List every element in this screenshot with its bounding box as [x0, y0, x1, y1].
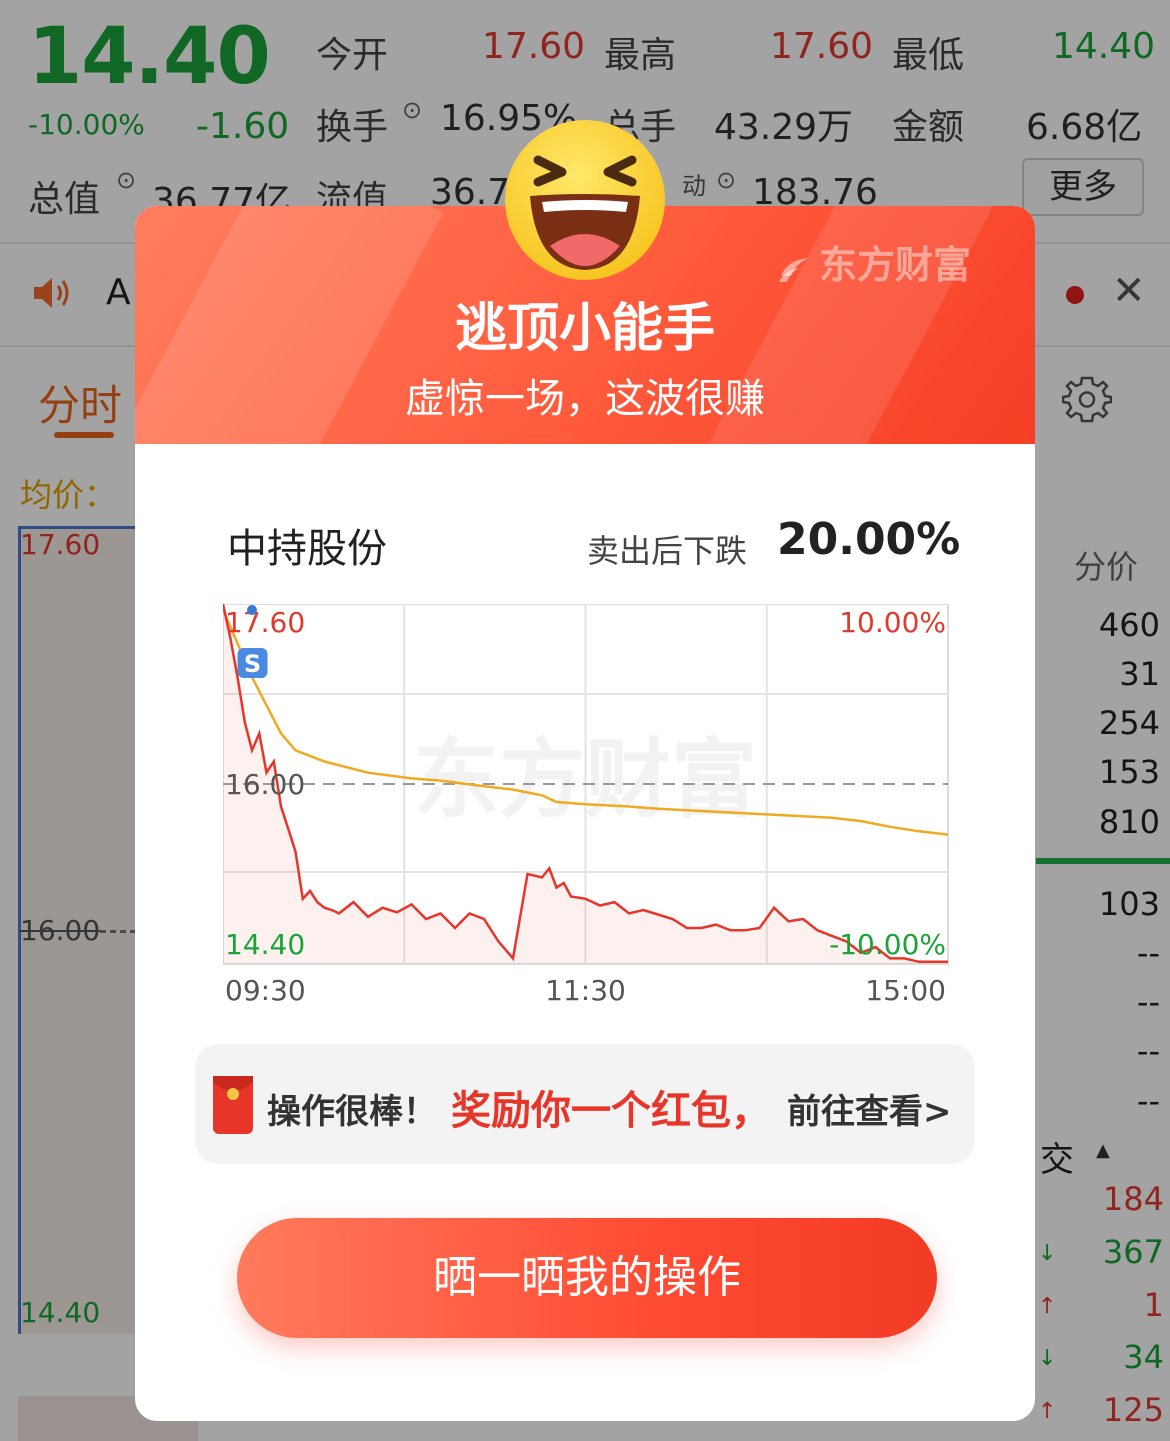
stock-name: 中持股份	[227, 526, 387, 572]
x-tick-label: 09:30	[225, 974, 306, 1007]
brand-text: 东方财富	[819, 242, 972, 287]
reward-popup: 东方财富 逃顶小能手 虚惊一场，这波很赚 中持股份 卖出后下跌 20.00% 东…	[135, 206, 1035, 1421]
y-tick-label: 14.40	[225, 928, 305, 961]
laughing-emoji-icon	[505, 120, 665, 280]
red-envelope-icon	[213, 1076, 253, 1134]
x-tick-label: 15:00	[865, 974, 946, 1007]
reward-highlight: 奖励你一个红包，	[451, 1088, 771, 1134]
intraday-mini-chart: 东方财富 17.60 16.00 14.40 10.00% -10.00% 09:30 11…	[223, 604, 949, 1007]
sell-point	[247, 605, 257, 615]
reward-view-link[interactable]: 前往查看>	[787, 1084, 952, 1133]
reward-prefix: 操作很棒！	[267, 1092, 437, 1132]
brand-logo-icon	[779, 257, 809, 282]
y-tick-label: 17.60	[225, 606, 305, 639]
y-tick-label: 16.00	[225, 768, 305, 801]
sell-badge-letter: S	[244, 650, 261, 678]
brand-logo: 东方财富	[777, 234, 971, 289]
chart-watermark: 东方财富	[413, 730, 757, 830]
y-tick-label-right: 10.00%	[839, 606, 946, 639]
popup-subtitle: 虚惊一场，这波很赚	[405, 376, 765, 422]
drop-after-sell-value: 20.00%	[777, 514, 961, 565]
red-envelope-reward-banner[interactable]: 操作很棒！ 奖励你一个红包， 前往查看>	[195, 1044, 975, 1164]
y-tick-label-right: -10.00%	[829, 928, 946, 961]
popup-title: 逃顶小能手	[454, 299, 715, 359]
drop-after-sell-label: 卖出后下跌	[587, 532, 748, 570]
share-operation-button[interactable]: 晒一晒我的操作	[237, 1218, 937, 1338]
x-tick-label: 11:30	[545, 974, 626, 1007]
